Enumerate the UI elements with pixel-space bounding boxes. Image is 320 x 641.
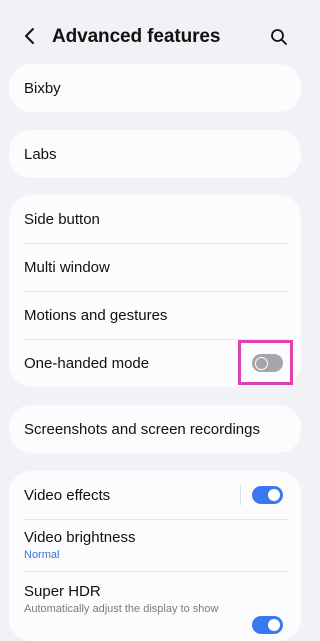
toggle-knob — [268, 489, 280, 501]
back-button[interactable] — [18, 24, 42, 48]
side-button-item[interactable]: Side button — [9, 195, 301, 243]
toggle-knob — [268, 619, 280, 631]
labs-card: Labs — [9, 130, 301, 178]
video-effects-item[interactable]: Video effects — [9, 471, 301, 519]
screenshots-label: Screenshots and screen recordings — [24, 420, 260, 438]
video-brightness-item[interactable]: Video brightness Normal — [9, 519, 301, 571]
side-button-label: Side button — [24, 210, 100, 228]
multi-window-item[interactable]: Multi window — [9, 243, 301, 291]
super-hdr-label: Super HDR — [24, 583, 101, 600]
bixby-label: Bixby — [24, 79, 61, 97]
search-icon — [271, 29, 287, 45]
video-effects-toggle[interactable] — [252, 486, 283, 504]
video-card: Video effects Video brightness Normal Su… — [9, 471, 301, 641]
divider — [240, 485, 241, 505]
video-brightness-value: Normal — [24, 549, 60, 561]
video-brightness-label: Video brightness — [24, 529, 136, 546]
labs-item[interactable]: Labs — [9, 130, 301, 178]
motions-gestures-item[interactable]: Motions and gestures — [9, 291, 301, 339]
screenshots-item[interactable]: Screenshots and screen recordings — [9, 405, 301, 453]
screenshots-card: Screenshots and screen recordings — [9, 405, 301, 453]
labs-label: Labs — [24, 145, 57, 163]
video-effects-label: Video effects — [24, 486, 111, 504]
search-button[interactable] — [266, 24, 292, 50]
super-hdr-toggle[interactable] — [252, 616, 283, 634]
bixby-item[interactable]: Bixby — [9, 64, 301, 112]
bixby-card: Bixby — [9, 64, 301, 112]
motions-gestures-label: Motions and gestures — [24, 306, 168, 324]
super-hdr-item[interactable]: Super HDR Automatically adjust the displ… — [9, 571, 301, 634]
highlight-box — [238, 340, 293, 385]
chevron-left-icon — [25, 28, 34, 44]
multi-window-label: Multi window — [24, 258, 110, 276]
app-header: Advanced features — [0, 0, 310, 72]
one-handed-mode-label: One-handed mode — [24, 354, 150, 372]
page-title: Advanced features — [52, 26, 221, 47]
super-hdr-description: Automatically adjust the display to show — [24, 603, 219, 615]
